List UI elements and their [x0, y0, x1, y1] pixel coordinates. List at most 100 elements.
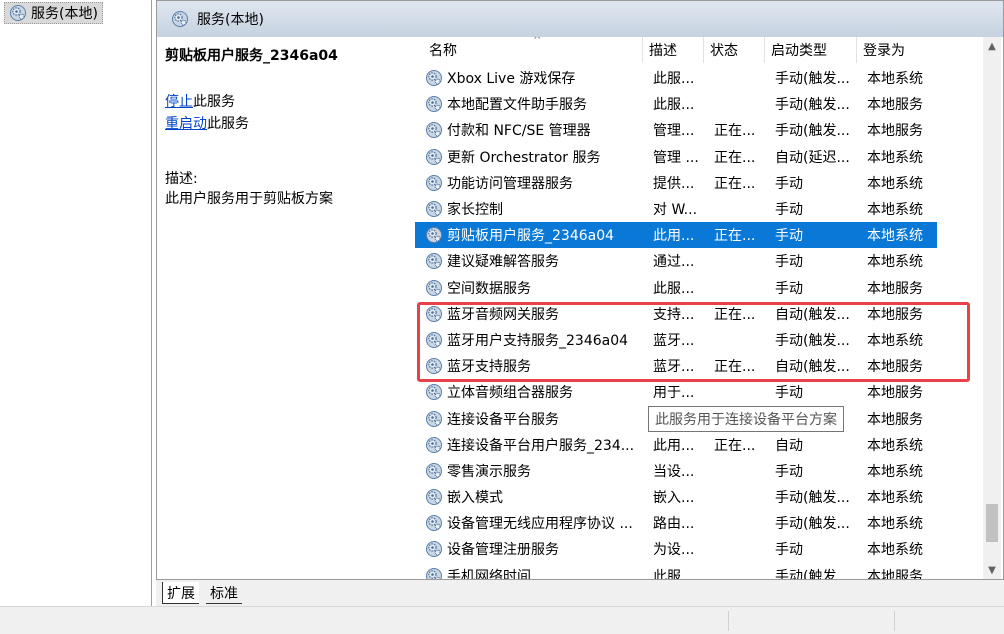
- service-name: 蓝牙用户支持服务_2346a04: [447, 332, 629, 349]
- service-logon-as: 本地系统: [867, 332, 923, 349]
- description-label: 描述:: [165, 171, 198, 187]
- service-row[interactable]: 建议疑难解答服务 通过... 手动 本地系统: [415, 248, 983, 274]
- service-description: 用于...: [653, 385, 695, 402]
- service-row[interactable]: 付款和 NFC/SE 管理器 管理... 正在... 手动(触发... 本地服务: [415, 117, 983, 143]
- service-status: 正在...: [714, 306, 756, 323]
- service-description: 管理 ...: [653, 149, 699, 166]
- scrollbar-thumb[interactable]: [986, 504, 998, 542]
- service-startup-type: 手动(触发...: [775, 516, 850, 533]
- service-row[interactable]: 空间数据服务 此服... 手动 本地服务: [415, 275, 983, 301]
- column-header-startup-type[interactable]: 启动类型: [765, 37, 857, 63]
- service-name-cell: 立体音频组合器服务: [415, 382, 645, 402]
- service-status: 正在...: [714, 123, 756, 140]
- service-logon-as: 本地服务: [867, 306, 923, 323]
- service-name-cell: 设备管理注册服务: [415, 539, 645, 559]
- service-gear-icon: [425, 122, 443, 139]
- service-startup-type: 自动(延迟...: [775, 149, 850, 166]
- service-name: 连接设备平台服务: [447, 411, 559, 428]
- service-logon-as: 本地系统: [867, 463, 923, 480]
- service-logon-as: 本地系统: [867, 437, 923, 454]
- service-row[interactable]: 连接设备平台用户服务_234... 此用... 正在... 自动 本地系统: [415, 432, 983, 458]
- service-row[interactable]: 蓝牙用户支持服务_2346a04 蓝牙... 手动(触发... 本地系统: [415, 327, 983, 353]
- service-startup-type: 手动: [775, 175, 803, 192]
- service-logon-as: 本地系统: [867, 202, 923, 219]
- tree-item-services-local[interactable]: 服务(本地): [4, 2, 103, 24]
- service-name-cell: 家长控制: [415, 199, 645, 219]
- column-header-logon-as[interactable]: 登录为: [857, 37, 935, 63]
- column-header-description[interactable]: 描述: [643, 37, 704, 63]
- service-gear-icon: [425, 174, 443, 191]
- service-name-cell: 本地配置文件助手服务: [415, 94, 645, 114]
- service-name-cell: 蓝牙用户支持服务_2346a04: [415, 330, 645, 350]
- tab-extended-label: 扩展: [167, 585, 195, 602]
- service-status: 正在...: [714, 175, 756, 192]
- service-name: Xbox Live 游戏保存: [447, 71, 576, 88]
- service-name: 空间数据服务: [447, 280, 531, 297]
- service-startup-type: 手动(触发...: [775, 568, 850, 579]
- service-row[interactable]: Xbox Live 游戏保存 此服... 手动(触发... 本地系统: [415, 65, 983, 91]
- service-row[interactable]: 本地配置文件助手服务 此服... 手动(触发... 本地服务: [415, 91, 983, 117]
- scroll-down-icon[interactable]: ▼: [983, 561, 1001, 579]
- service-row[interactable]: 设备管理无线应用程序协议 ... 路由... 手动(触发... 本地系统: [415, 510, 983, 536]
- service-startup-type: 手动: [775, 463, 803, 480]
- service-row[interactable]: 剪贴板用户服务_2346a04 此用... 正在... 手动 本地系统: [415, 222, 937, 249]
- service-row[interactable]: 手机网络时间 此服... 手动(触发... 本地服务: [415, 563, 983, 579]
- service-gear-icon: [425, 200, 443, 218]
- service-name: 嵌入模式: [447, 490, 503, 507]
- service-name-cell: 空间数据服务: [415, 278, 645, 298]
- service-description: 此服...: [653, 71, 695, 88]
- column-header-name[interactable]: 名称: [415, 37, 643, 63]
- service-gear-icon: [425, 436, 443, 453]
- service-name-cell: 连接设备平台服务: [415, 409, 645, 429]
- service-name: 设备管理无线应用程序协议 ...: [447, 516, 633, 533]
- service-name: 功能访问管理器服务: [447, 175, 573, 192]
- service-row[interactable]: 嵌入模式 嵌入... 手动(触发... 本地系统: [415, 484, 983, 510]
- service-row[interactable]: 蓝牙支持服务 蓝牙... 正在... 自动(触发... 本地服务: [415, 353, 983, 379]
- service-gear-icon: [425, 358, 443, 375]
- scroll-up-icon[interactable]: ▲: [983, 37, 1001, 55]
- vertical-scrollbar[interactable]: ▲ ▼: [983, 37, 1001, 579]
- service-description: 蓝牙...: [653, 332, 695, 349]
- service-gear-icon: [425, 69, 443, 87]
- stop-service-link[interactable]: 停止: [165, 94, 193, 110]
- service-row[interactable]: 设备管理注册服务 为设... 手动 本地系统: [415, 536, 983, 562]
- service-description: 当设...: [653, 463, 695, 480]
- service-description: 此服...: [653, 568, 695, 579]
- service-startup-type: 手动(触发...: [775, 332, 850, 349]
- pane-header: 服务(本地): [157, 1, 1003, 37]
- service-row[interactable]: 家长控制 对 W... 手动 本地系统: [415, 196, 983, 222]
- service-name-cell: 嵌入模式: [415, 487, 645, 507]
- gear-icon: [171, 10, 189, 28]
- description-text: 此用户服务用于剪贴板方案: [165, 191, 333, 207]
- service-name-cell: 付款和 NFC/SE 管理器: [415, 120, 645, 140]
- service-name: 连接设备平台用户服务_234...: [447, 437, 635, 454]
- service-row[interactable]: 零售演示服务 当设... 手动 本地系统: [415, 458, 983, 484]
- service-logon-as: 本地服务: [867, 411, 923, 428]
- service-row[interactable]: 更新 Orchestrator 服务 管理 ... 正在... 自动(延迟... 本地系…: [415, 144, 983, 170]
- service-startup-type: 手动(触发...: [775, 71, 850, 88]
- service-name-cell: Xbox Live 游戏保存: [415, 68, 645, 88]
- tab-standard[interactable]: 标准: [206, 582, 242, 604]
- service-startup-type: 手动(触发...: [775, 97, 850, 114]
- service-description: 蓝牙...: [653, 359, 695, 376]
- service-gear-icon: [425, 488, 443, 506]
- service-startup-type: 手动: [775, 254, 803, 271]
- view-tabs: 扩展 标准: [156, 580, 1004, 606]
- services-pane: 服务(本地) 剪贴板用户服务_2346a04 停止此服务 重启动此服务 描述: …: [156, 0, 1004, 580]
- service-row[interactable]: 立体音频组合器服务 用于... 手动 本地服务: [415, 379, 983, 405]
- tooltip: 此服务用于连接设备平台方案: [648, 406, 844, 432]
- pane-title: 服务(本地): [197, 12, 264, 28]
- service-logon-as: 本地系统: [867, 254, 923, 271]
- service-gear-icon: [425, 541, 443, 558]
- service-description: 通过...: [653, 254, 695, 271]
- service-startup-type: 手动(触发...: [775, 123, 850, 140]
- service-row[interactable]: 蓝牙音频网关服务 支持... 正在... 自动(触发... 本地服务: [415, 301, 983, 327]
- service-gear-icon: [425, 331, 443, 349]
- restart-service-link[interactable]: 重启动: [165, 116, 207, 132]
- column-header-status[interactable]: 状态: [704, 37, 765, 63]
- service-name-cell: 功能访问管理器服务: [415, 173, 645, 193]
- sort-ascending-icon: ^: [533, 37, 542, 46]
- service-gear-icon: [425, 462, 443, 480]
- tab-extended[interactable]: 扩展: [162, 582, 199, 604]
- service-row[interactable]: 功能访问管理器服务 提供... 正在... 手动 本地系统: [415, 170, 983, 196]
